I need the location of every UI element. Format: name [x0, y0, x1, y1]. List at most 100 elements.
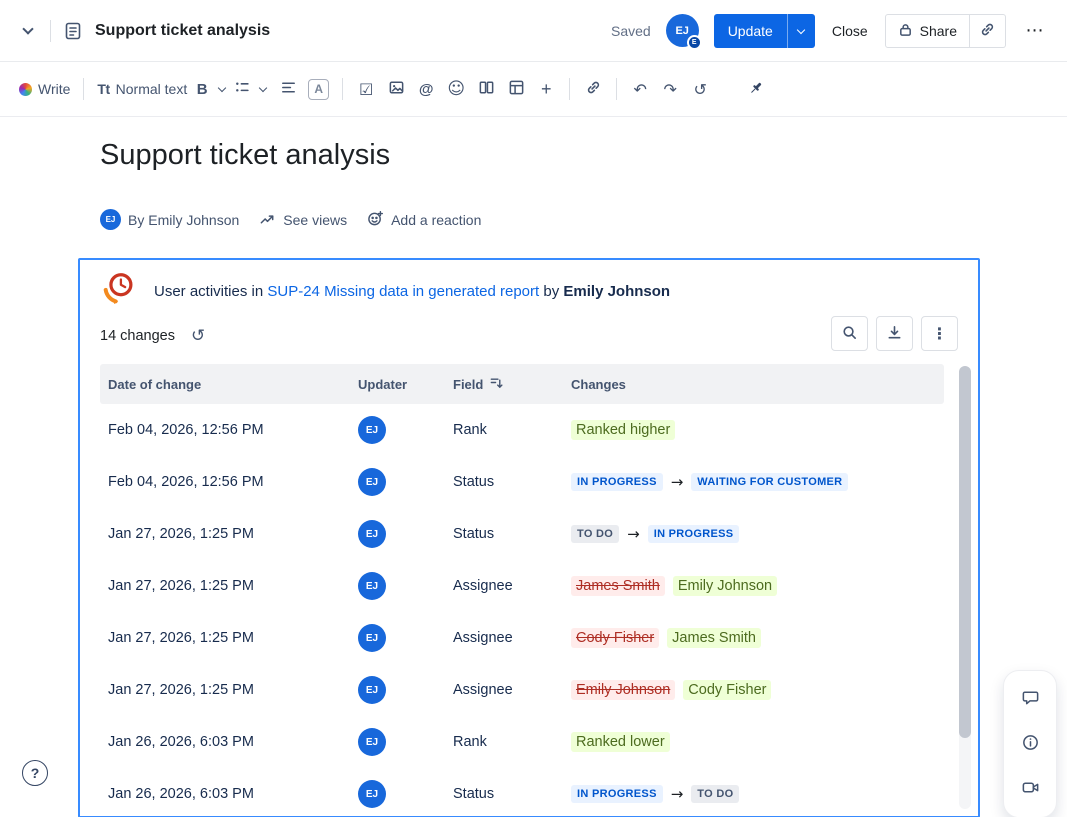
insert-table-button[interactable] — [501, 73, 531, 105]
collapse-page-tree-button[interactable] — [14, 17, 42, 45]
mention-button[interactable]: @ — [411, 73, 441, 105]
ai-write-button[interactable]: Write — [14, 73, 75, 105]
widget-more-button[interactable]: ⋮ — [921, 316, 958, 351]
updater-avatar[interactable]: EJ — [358, 780, 386, 808]
updater-avatar[interactable]: EJ — [358, 624, 386, 652]
emoji-button[interactable]: ☺ — [441, 73, 471, 105]
search-button[interactable] — [831, 316, 868, 351]
updater-avatar[interactable]: EJ — [358, 468, 386, 496]
pin-toolbar-button[interactable] — [741, 73, 771, 105]
info-button[interactable] — [1011, 725, 1049, 763]
share-button[interactable]: Share — [885, 14, 970, 48]
text-style-label: Normal text — [116, 81, 188, 97]
update-button[interactable]: Update — [714, 14, 787, 48]
table-row: Jan 27, 2026, 1:25 PMEJAssigneeJames Smi… — [100, 560, 944, 612]
topbar-title: Support ticket analysis — [95, 22, 270, 40]
updater-avatar[interactable]: EJ — [358, 676, 386, 704]
cell-field: Rank — [445, 734, 563, 750]
cell-date-of-change: Feb 04, 2026, 12:56 PM — [100, 422, 350, 438]
insert-link-button[interactable] — [578, 73, 608, 105]
document-icon — [59, 17, 87, 45]
text-format-more-button[interactable] — [212, 73, 232, 105]
table-icon — [508, 79, 525, 99]
cell-updater: EJ — [350, 468, 445, 496]
collaborator-avatar[interactable]: EJ E — [666, 14, 699, 47]
cell-changes: Ranked higher — [563, 420, 944, 440]
status-lozenge-from: TO DO — [571, 525, 619, 543]
cell-date-of-change: Jan 26, 2026, 6:03 PM — [100, 734, 350, 750]
checkbox-icon: ☑ — [359, 80, 373, 99]
plus-icon: + — [541, 79, 552, 100]
redo-button[interactable]: ↷ — [655, 73, 685, 105]
updater-avatar[interactable]: EJ — [358, 572, 386, 600]
image-icon — [388, 79, 405, 99]
version-history-button[interactable]: ↺ — [685, 73, 715, 105]
layout-button[interactable] — [471, 73, 501, 105]
ai-sparkle-icon — [19, 83, 32, 96]
share-group: Share — [885, 14, 1006, 48]
update-dropdown-button[interactable] — [787, 14, 815, 48]
refresh-button[interactable]: ↺ — [185, 325, 211, 347]
byline-author[interactable]: EJ By Emily Johnson — [100, 209, 239, 230]
widget-header: User activities in SUP-24 Missing data i… — [100, 270, 670, 313]
see-views-label: See views — [283, 212, 347, 228]
views-chart-icon — [259, 210, 276, 230]
undo-button[interactable]: ↶ — [625, 73, 655, 105]
status-lozenge-to: WAITING FOR CUSTOMER — [691, 473, 848, 491]
updater-avatar[interactable]: EJ — [358, 728, 386, 756]
insert-more-button[interactable]: + — [531, 73, 561, 105]
copy-link-button[interactable] — [970, 14, 1006, 48]
bullet-list-button[interactable] — [232, 73, 253, 105]
help-button[interactable]: ? — [22, 760, 48, 786]
cell-updater: EJ — [350, 780, 445, 808]
text-color-button[interactable]: A — [303, 73, 334, 105]
task-list-button[interactable]: ☑ — [351, 73, 381, 105]
scrollbar-thumb[interactable] — [959, 366, 971, 738]
download-icon — [886, 324, 903, 344]
updater-avatar[interactable]: EJ — [358, 416, 386, 444]
widget-scrollbar[interactable] — [959, 366, 971, 809]
updater-avatar[interactable]: EJ — [358, 520, 386, 548]
header-changes: Changes — [563, 377, 944, 392]
arrow-right-icon: → — [671, 473, 684, 491]
arrow-right-icon: → — [671, 785, 684, 803]
link-icon — [585, 79, 602, 99]
align-button[interactable] — [273, 73, 303, 105]
video-button[interactable] — [1011, 770, 1049, 808]
removed-value: Cody Fisher — [571, 628, 659, 648]
download-button[interactable] — [876, 316, 913, 351]
bullet-list-icon — [234, 79, 251, 99]
cell-updater: EJ — [350, 520, 445, 548]
field-filter-icon[interactable] — [489, 375, 504, 393]
cell-date-of-change: Jan 27, 2026, 1:25 PM — [100, 526, 350, 542]
cell-updater: EJ — [350, 624, 445, 652]
table-row: Jan 27, 2026, 1:25 PMEJAssigneeEmily Joh… — [100, 664, 944, 716]
add-reaction-button[interactable]: Add a reaction — [367, 210, 481, 230]
topbar: Support ticket analysis Saved EJ E Updat… — [0, 0, 1067, 62]
cell-changes: Cody FisherJames Smith — [563, 628, 944, 648]
bold-button[interactable]: B — [192, 73, 212, 105]
more-options-button[interactable]: ⋯ — [1021, 17, 1049, 45]
cell-date-of-change: Jan 26, 2026, 6:03 PM — [100, 786, 350, 802]
close-button[interactable]: Close — [830, 17, 870, 45]
issue-link[interactable]: SUP-24 Missing data in generated report — [267, 283, 539, 300]
more-icon: ⋯ — [1026, 20, 1045, 41]
text-style-dropdown[interactable]: Tt Normal text — [92, 73, 192, 105]
kebab-menu-icon: ⋮ — [932, 324, 948, 343]
added-value: Emily Johnson — [673, 576, 777, 596]
cell-changes: IN PROGRESS→TO DO — [563, 785, 944, 803]
page-title[interactable]: Support ticket analysis — [100, 139, 390, 172]
list-more-button[interactable] — [253, 73, 273, 105]
bold-icon: B — [197, 81, 208, 98]
cell-field: Status — [445, 526, 563, 542]
editor-content: Support ticket analysis EJ By Emily John… — [0, 117, 1067, 817]
cell-date-of-change: Jan 27, 2026, 1:25 PM — [100, 682, 350, 698]
activity-widget[interactable]: User activities in SUP-24 Missing data i… — [78, 258, 980, 817]
changes-count: 14 changes — [100, 328, 175, 344]
comments-button[interactable] — [1011, 680, 1049, 718]
see-views-button[interactable]: See views — [259, 210, 347, 230]
cell-date-of-change: Jan 27, 2026, 1:25 PM — [100, 578, 350, 594]
insert-image-button[interactable] — [381, 73, 411, 105]
mention-icon: @ — [419, 81, 434, 98]
pin-icon — [748, 80, 764, 99]
